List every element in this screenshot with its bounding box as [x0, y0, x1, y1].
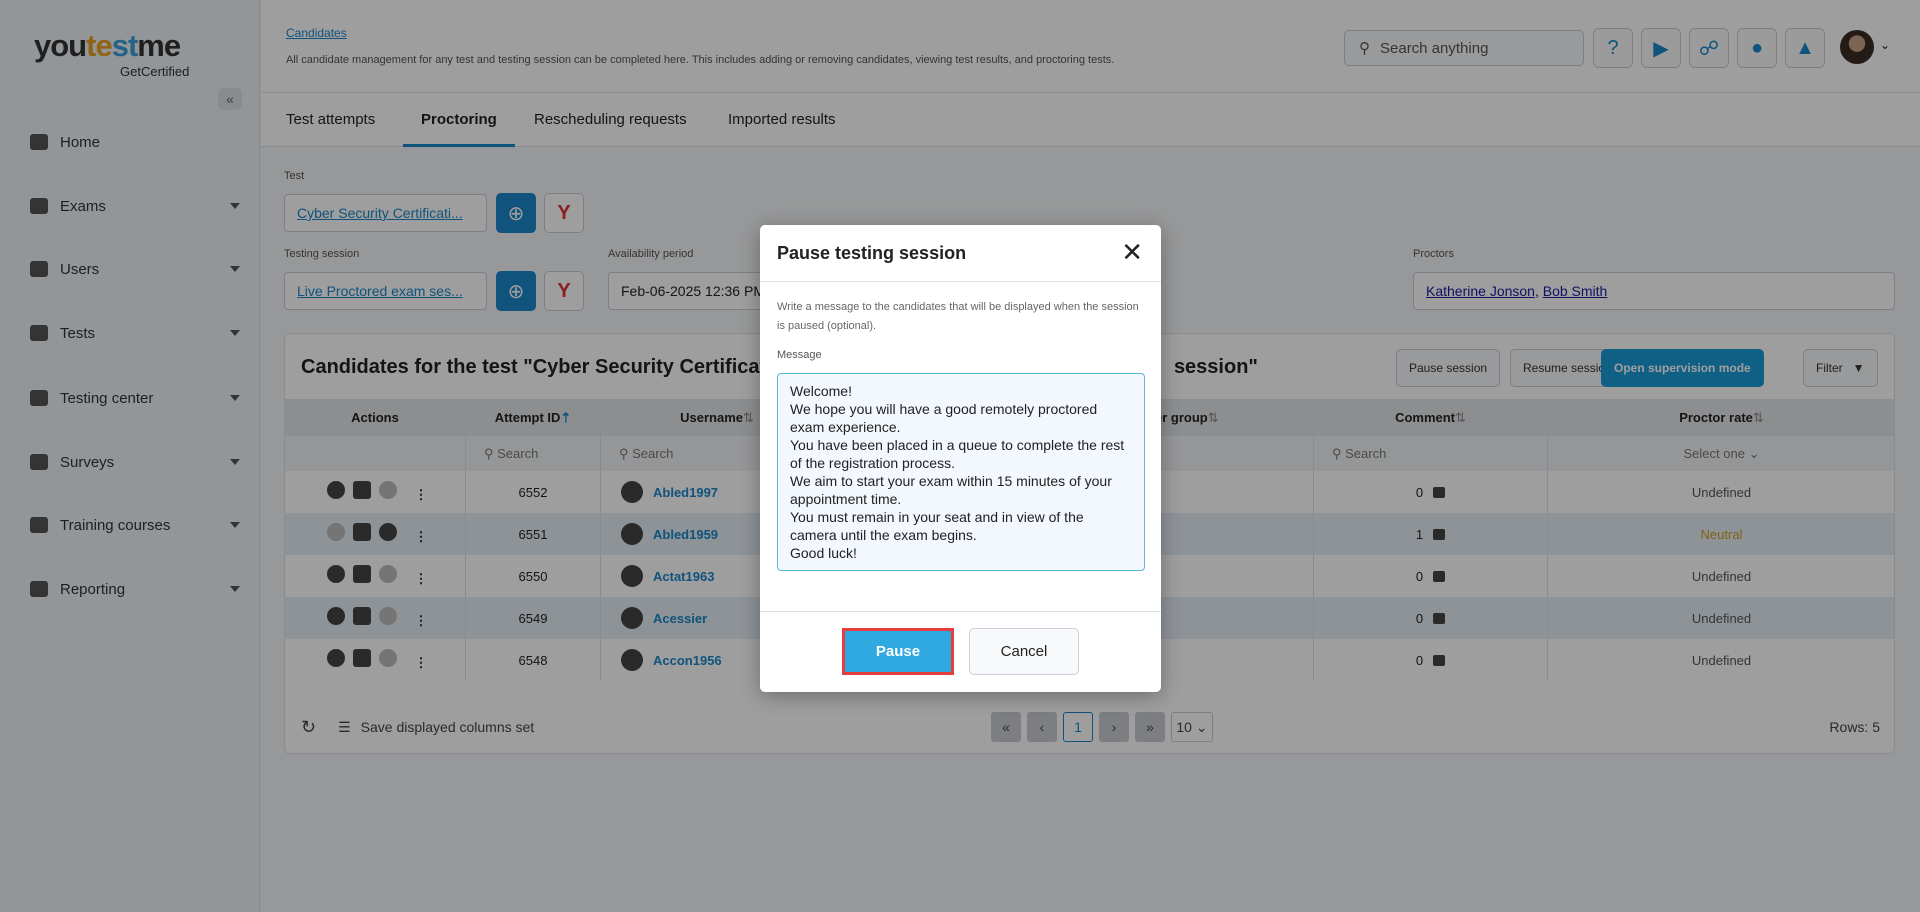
cancel-button[interactable]: Cancel [969, 628, 1079, 675]
dialog-title: Pause testing session [777, 243, 967, 263]
divider [760, 611, 1161, 612]
pause-button[interactable]: Pause [842, 628, 954, 675]
close-icon[interactable]: ✕ [1121, 237, 1143, 268]
pause-session-dialog: Pause testing session ✕ Write a message … [760, 225, 1161, 692]
message-textarea[interactable]: Welcome! We hope you will have a good re… [777, 373, 1145, 571]
message-label: Message [777, 349, 822, 361]
divider [760, 281, 1161, 282]
dialog-description: Write a message to the candidates that w… [777, 301, 1139, 332]
